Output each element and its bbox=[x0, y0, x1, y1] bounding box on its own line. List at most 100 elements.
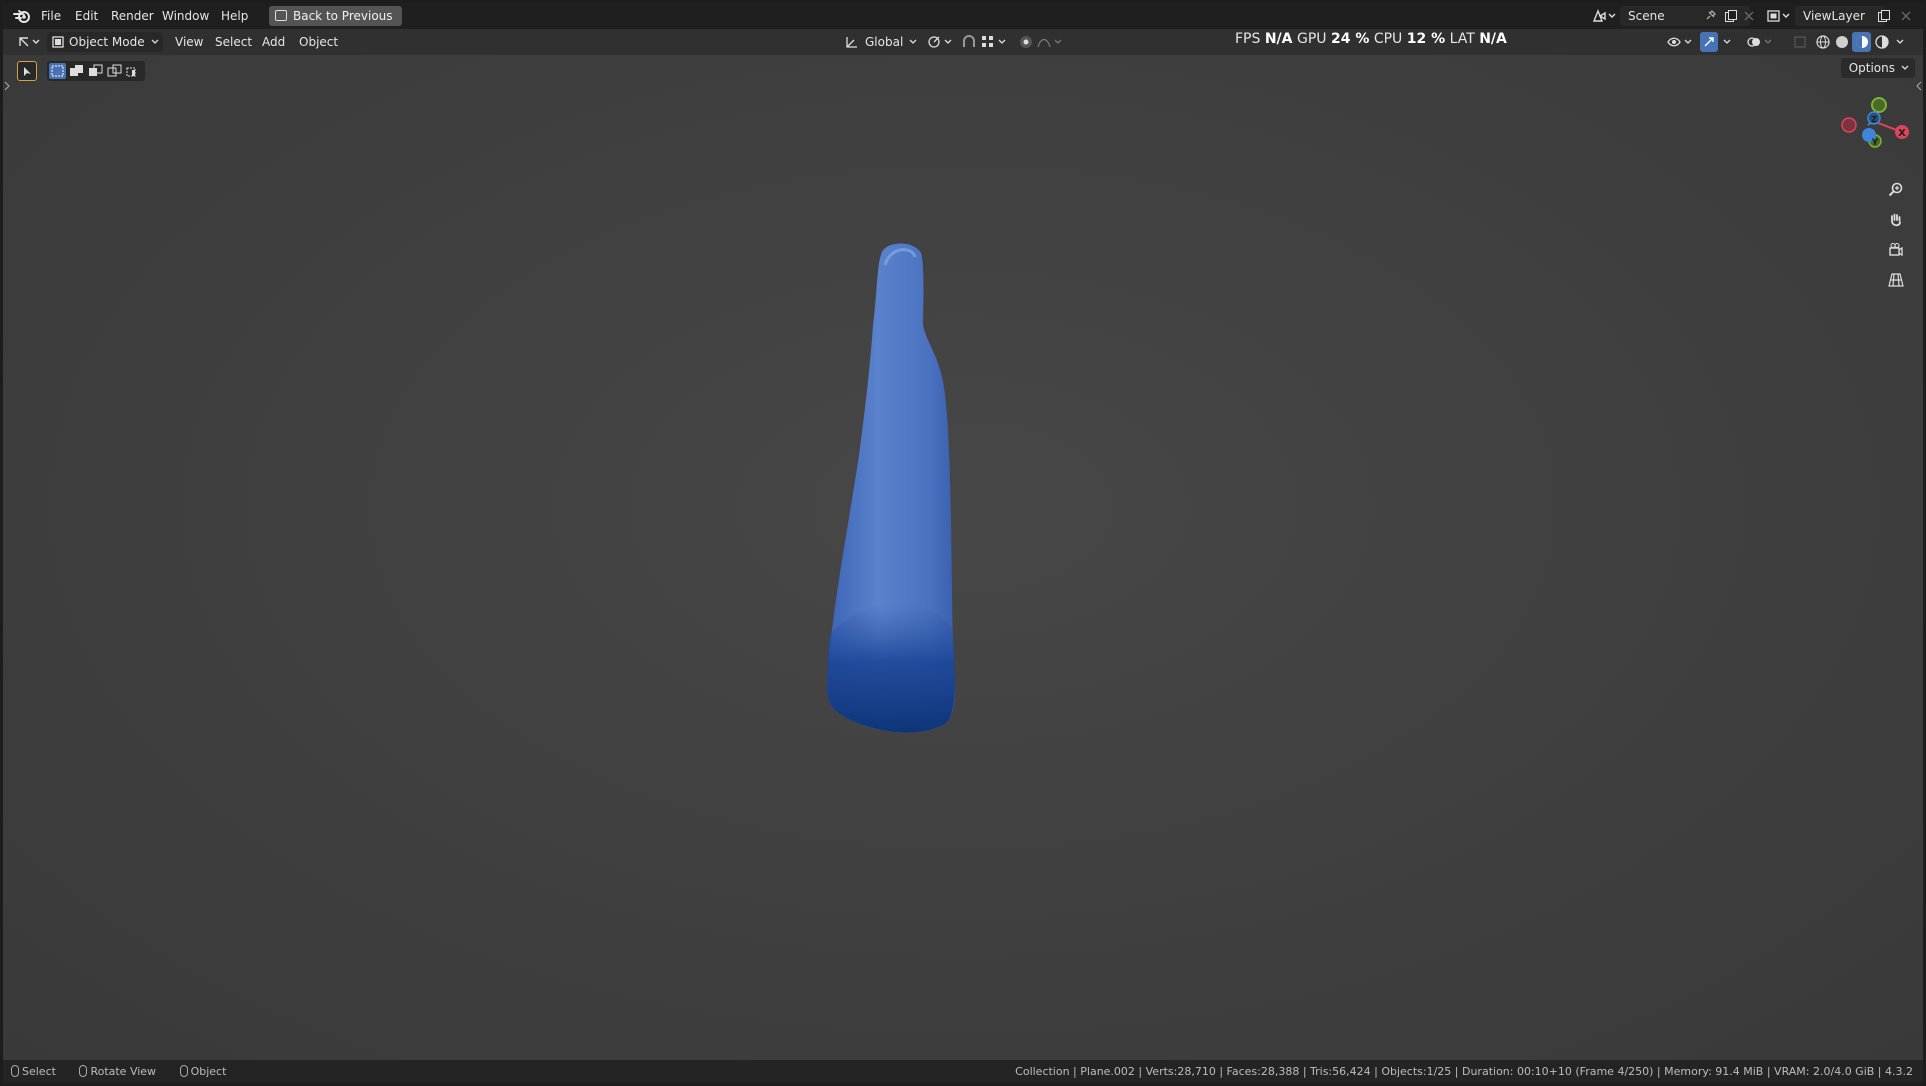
bottle-base-shade bbox=[827, 604, 955, 733]
menu-help[interactable]: Help bbox=[221, 3, 248, 29]
new-scene-icon[interactable] bbox=[1724, 9, 1738, 23]
lat-label: LAT bbox=[1449, 31, 1475, 47]
viewport-header: Object Mode View Select Add Object Globa… bbox=[3, 29, 1923, 55]
bottle-mesh-object[interactable] bbox=[763, 235, 1023, 755]
set-new-selection-icon[interactable] bbox=[49, 63, 66, 79]
transform-orientation-selector[interactable]: Global bbox=[843, 32, 919, 52]
scene-statistics: Collection | Plane.002 | Verts:28,710 | … bbox=[1015, 1065, 1913, 1078]
editor-type-icon[interactable] bbox=[17, 35, 43, 49]
back-to-previous-button[interactable]: Back to Previous bbox=[269, 6, 402, 26]
scene-name: Scene bbox=[1628, 9, 1665, 23]
hint-rotate: Rotate View bbox=[79, 1065, 166, 1078]
navigation-gizmo[interactable]: X Y Z bbox=[1823, 77, 1913, 157]
snap-target-icon[interactable] bbox=[981, 35, 1009, 49]
gizmo-y-label: Y bbox=[1871, 138, 1879, 148]
overlays-icon[interactable] bbox=[1747, 35, 1775, 49]
mouse-right-icon bbox=[179, 1065, 188, 1077]
fps-label: FPS bbox=[1235, 31, 1261, 47]
solid-shading-icon[interactable] bbox=[1834, 34, 1850, 50]
view-layer-field[interactable]: ViewLayer bbox=[1795, 6, 1885, 26]
menu-window[interactable]: Window bbox=[162, 3, 209, 29]
menu-file[interactable]: File bbox=[41, 3, 61, 29]
chevron-down-icon bbox=[909, 39, 917, 44]
performance-stats: FPS N/A GPU 24 % CPU 12 % LAT N/A bbox=[1235, 29, 1507, 55]
gizmo-x-label: X bbox=[1898, 128, 1906, 139]
object-mode-icon bbox=[52, 36, 64, 48]
mode-selector[interactable]: Object Mode bbox=[47, 32, 163, 52]
hint-object-label: Object bbox=[190, 1065, 227, 1078]
zoom-icon bbox=[1888, 182, 1903, 197]
menu-view[interactable]: View bbox=[175, 32, 203, 52]
options-label: Options bbox=[1848, 61, 1895, 75]
hint-object: Object bbox=[179, 1065, 237, 1078]
material-preview-icon bbox=[1856, 36, 1868, 48]
view-layer-icon[interactable] bbox=[1766, 9, 1792, 23]
chevron-down-icon bbox=[1901, 65, 1909, 70]
orientation-label: Global bbox=[865, 35, 904, 49]
menu-select[interactable]: Select bbox=[215, 32, 252, 52]
options-dropdown[interactable]: Options bbox=[1840, 58, 1915, 78]
gizmo-icon bbox=[1704, 37, 1714, 47]
perspective-toggle-button[interactable] bbox=[1883, 267, 1909, 293]
view-layer-name: ViewLayer bbox=[1803, 9, 1865, 23]
hand-icon bbox=[1891, 213, 1901, 227]
rendered-shading-icon[interactable] bbox=[1874, 34, 1890, 50]
top-menu-bar: File Edit Render Window Help Back to Pre… bbox=[3, 3, 1923, 29]
new-view-layer-icon[interactable] bbox=[1877, 9, 1891, 23]
visibility-selector-icon[interactable] bbox=[1667, 35, 1695, 49]
gizmo-toggle-button[interactable] bbox=[1700, 32, 1718, 52]
lat-value: N/A bbox=[1479, 31, 1507, 47]
proportional-editing-icon[interactable] bbox=[1019, 35, 1033, 49]
menu-object[interactable]: Object bbox=[299, 32, 338, 52]
subtract-selection-icon[interactable] bbox=[87, 63, 104, 79]
extend-selection-icon[interactable] bbox=[68, 63, 85, 79]
chevron-down-icon bbox=[151, 39, 159, 44]
gpu-label: GPU bbox=[1296, 31, 1327, 47]
hint-select: Select bbox=[11, 1065, 66, 1078]
gizmo-neg-x[interactable] bbox=[1841, 117, 1857, 133]
gizmo-y-handle[interactable] bbox=[1871, 97, 1887, 113]
camera-view-button[interactable] bbox=[1883, 237, 1909, 263]
falloff-icon[interactable] bbox=[1037, 35, 1065, 49]
3d-viewport[interactable]: Options X Y Z bbox=[3, 55, 1923, 1060]
menu-render[interactable]: Render bbox=[111, 3, 154, 29]
delete-view-layer-icon[interactable] bbox=[1900, 10, 1912, 22]
intersect-selection-icon[interactable] bbox=[125, 63, 142, 79]
delete-scene-icon[interactable] bbox=[1743, 10, 1755, 22]
back-icon bbox=[275, 10, 287, 21]
cpu-value: 12 % bbox=[1406, 31, 1446, 47]
gpu-value: 24 % bbox=[1330, 31, 1370, 47]
toolbar-expand-arrow-icon[interactable] bbox=[4, 81, 10, 91]
cpu-label: CPU bbox=[1373, 31, 1403, 47]
blender-window: File Edit Render Window Help Back to Pre… bbox=[3, 3, 1923, 1083]
hint-select-label: Select bbox=[22, 1065, 56, 1078]
shading-dropdown-icon[interactable] bbox=[1896, 39, 1904, 45]
sidebar-expand-arrow-icon[interactable] bbox=[1916, 81, 1922, 91]
material-preview-button[interactable] bbox=[1852, 32, 1871, 52]
menu-add[interactable]: Add bbox=[262, 32, 285, 52]
pivot-point-icon[interactable] bbox=[927, 35, 955, 49]
menu-edit[interactable]: Edit bbox=[75, 3, 98, 29]
pin-icon[interactable] bbox=[1704, 10, 1716, 22]
keymap-hints: Select Rotate View Object bbox=[11, 1060, 246, 1083]
wireframe-shading-icon[interactable] bbox=[1815, 34, 1831, 50]
blender-logo-icon[interactable] bbox=[13, 9, 31, 23]
select-box-tool-button[interactable] bbox=[17, 61, 37, 81]
status-bar: Select Rotate View Object Collection | P… bbox=[3, 1060, 1923, 1083]
selection-mode-strip bbox=[47, 61, 145, 81]
orientation-icon bbox=[846, 37, 857, 48]
mode-label: Object Mode bbox=[69, 35, 145, 49]
gizmo-z-label: Z bbox=[1871, 115, 1877, 124]
scene-selector-icon[interactable] bbox=[1591, 9, 1617, 23]
invert-selection-icon[interactable] bbox=[106, 63, 123, 79]
mouse-middle-icon bbox=[79, 1065, 88, 1077]
pan-button[interactable] bbox=[1883, 207, 1909, 233]
fps-value: N/A bbox=[1264, 31, 1293, 47]
gizmo-dropdown-icon[interactable] bbox=[1723, 39, 1731, 45]
xray-toggle-icon[interactable] bbox=[1793, 35, 1807, 49]
zoom-button[interactable] bbox=[1883, 177, 1909, 203]
snap-toggle-icon[interactable] bbox=[961, 35, 977, 49]
mouse-left-icon bbox=[11, 1065, 19, 1077]
camera-icon bbox=[1889, 243, 1903, 257]
cursor-icon bbox=[24, 67, 31, 76]
